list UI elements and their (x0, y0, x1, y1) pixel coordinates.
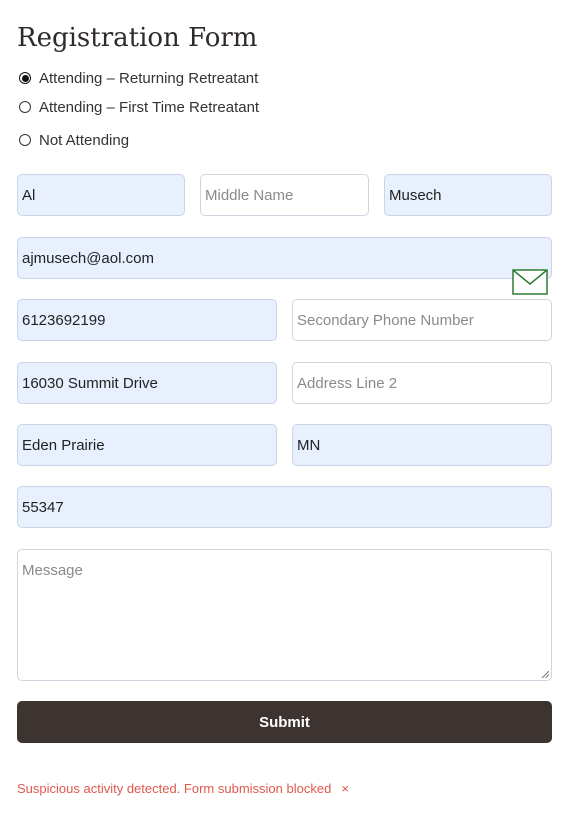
email-field[interactable]: ajmusech@aol.com (17, 237, 552, 279)
middle-name-placeholder: Middle Name (205, 186, 294, 204)
radio-label: Attending – First Time Retreatant (39, 98, 260, 116)
message-textarea[interactable]: Message (17, 549, 552, 681)
radio-not-attending[interactable]: Not Attending (19, 130, 129, 150)
first-name-value: Al (22, 186, 36, 204)
close-icon[interactable]: × (341, 781, 349, 796)
last-name-field[interactable]: Musech (384, 174, 552, 216)
address-line-2-placeholder: Address Line 2 (297, 374, 398, 392)
resize-grip-icon[interactable] (541, 670, 549, 678)
message-placeholder: Message (22, 562, 83, 579)
secondary-phone-field[interactable]: Secondary Phone Number (292, 299, 552, 341)
phone-field[interactable]: 6123692199 (17, 299, 277, 341)
radio-unselected-icon[interactable] (19, 134, 31, 146)
mail-icon (512, 269, 548, 295)
city-value: Eden Prairie (22, 436, 105, 454)
phone-value: 6123692199 (22, 311, 106, 329)
zip-value: 55347 (22, 498, 64, 516)
middle-name-field[interactable]: Middle Name (200, 174, 369, 216)
address-line-1-field[interactable]: 16030 Summit Drive (17, 362, 277, 404)
error-message: Suspicious activity detected. Form submi… (17, 781, 349, 796)
zip-field[interactable]: 55347 (17, 486, 552, 528)
address-line-1-value: 16030 Summit Drive (22, 374, 158, 392)
state-value: MN (297, 436, 321, 454)
email-value: ajmusech@aol.com (22, 249, 154, 267)
radio-first-time-retreatant[interactable]: Attending – First Time Retreatant (19, 97, 259, 117)
first-name-field[interactable]: Al (17, 174, 185, 216)
city-field[interactable]: Eden Prairie (17, 424, 277, 466)
radio-label: Not Attending (39, 131, 130, 149)
state-field[interactable]: MN (292, 424, 552, 466)
radio-unselected-icon[interactable] (19, 101, 31, 113)
error-text: Suspicious activity detected. Form submi… (17, 781, 332, 796)
address-line-2-field[interactable]: Address Line 2 (292, 362, 552, 404)
last-name-value: Musech (389, 186, 442, 204)
secondary-phone-placeholder: Secondary Phone Number (297, 311, 474, 329)
page-title: Registration Form (17, 23, 258, 53)
submit-button[interactable]: Submit (17, 701, 552, 743)
radio-returning-retreatant[interactable]: Attending – Returning Retreatant (19, 68, 258, 88)
radio-selected-icon[interactable] (19, 72, 31, 84)
radio-label: Attending – Returning Retreatant (39, 69, 259, 87)
